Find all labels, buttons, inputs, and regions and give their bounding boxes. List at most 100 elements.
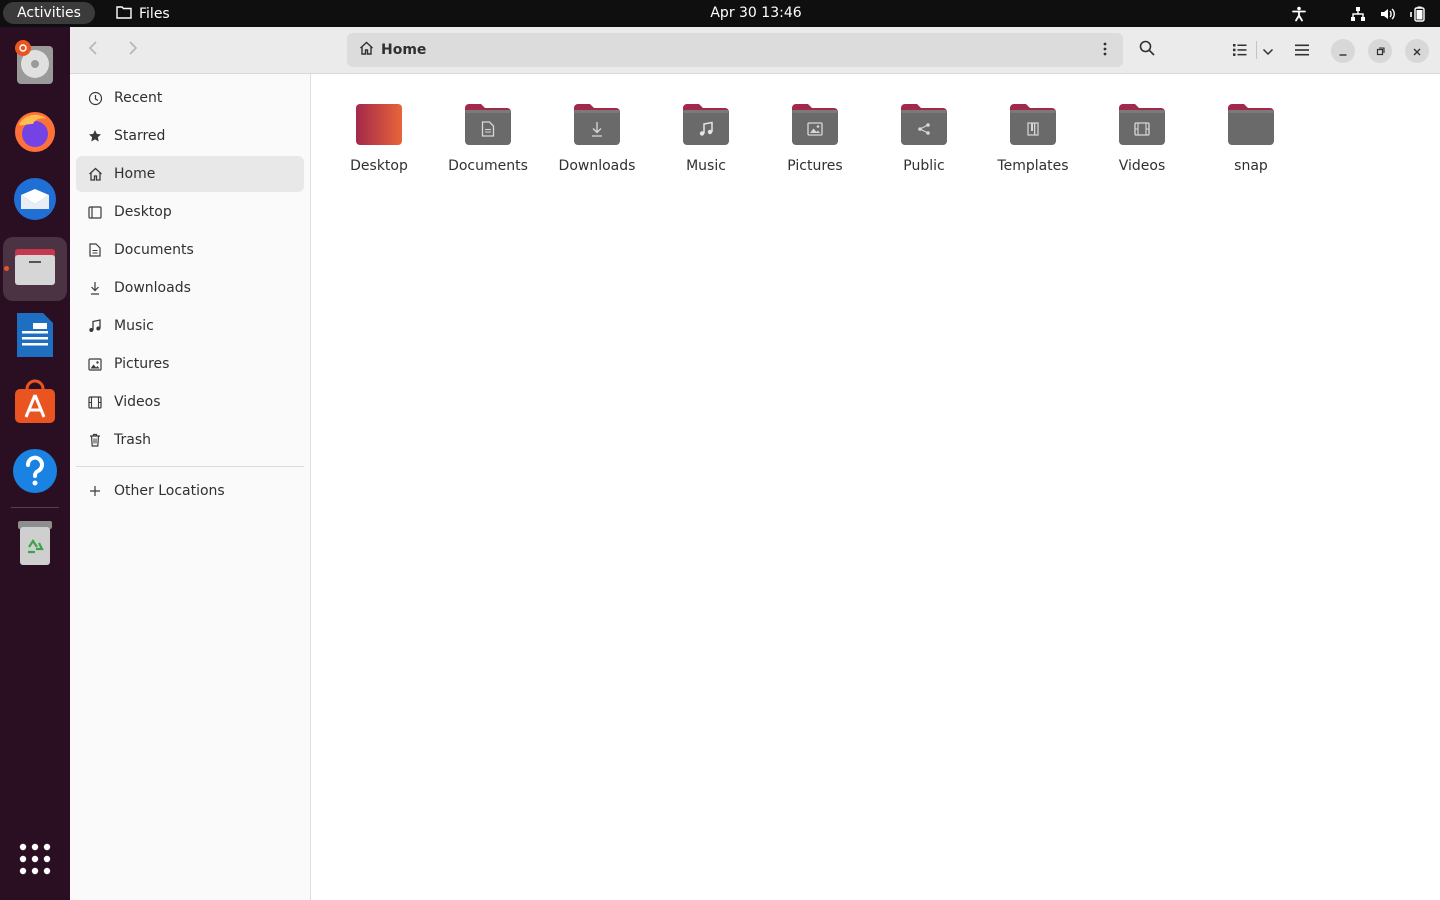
restore-icon xyxy=(1375,42,1385,61)
sidebar-item-label: Desktop xyxy=(114,204,172,220)
folder-label: Music xyxy=(686,158,726,174)
folder-icon xyxy=(1118,102,1166,146)
sidebar-item-label: Music xyxy=(114,318,154,334)
dock-disk-usage[interactable] xyxy=(3,33,67,97)
sidebar-item-home[interactable]: Home xyxy=(76,156,304,192)
sidebar-item-pictures[interactable]: Pictures xyxy=(76,346,304,382)
writer-icon xyxy=(13,311,57,363)
sidebar-item-downloads[interactable]: Downloads xyxy=(76,270,304,306)
folder-videos[interactable]: Videos xyxy=(1092,102,1192,182)
maximize-button[interactable] xyxy=(1368,39,1392,63)
sidebar-item-trash[interactable]: Trash xyxy=(76,422,304,458)
sidebar-item-label: Videos xyxy=(114,394,161,410)
chevron-right-icon xyxy=(128,40,138,60)
picture-icon xyxy=(76,357,114,371)
folder-pictures[interactable]: Pictures xyxy=(765,102,865,182)
kebab-menu-icon xyxy=(1103,41,1107,60)
sidebar-item-label: Home xyxy=(114,166,156,182)
download-icon xyxy=(76,281,114,295)
minimize-icon xyxy=(1338,42,1348,61)
folder-label: snap xyxy=(1234,158,1268,174)
sidebar-item-videos[interactable]: Videos xyxy=(76,384,304,420)
clock[interactable]: Apr 30 13:46 xyxy=(0,0,1440,27)
file-view[interactable]: Desktop Documents Downloads Music Pictures Pu… xyxy=(312,74,1440,900)
sidebar-item-documents[interactable]: Documents xyxy=(76,232,304,268)
dock-firefox[interactable] xyxy=(3,101,67,165)
folder-label: Videos xyxy=(1118,158,1166,174)
accessibility-icon[interactable] xyxy=(1292,6,1306,22)
path-home-button[interactable]: Home xyxy=(359,33,426,67)
document-icon xyxy=(76,243,114,257)
template-icon xyxy=(1009,112,1057,146)
trash-icon xyxy=(76,433,114,447)
hamburger-menu-icon xyxy=(1295,41,1309,60)
back-button[interactable] xyxy=(78,36,108,64)
download-icon xyxy=(573,112,621,146)
volume-icon[interactable] xyxy=(1380,6,1396,22)
music-icon xyxy=(682,112,730,146)
forward-button[interactable] xyxy=(118,36,148,64)
folder-downloads[interactable]: Downloads xyxy=(547,102,647,182)
video-icon xyxy=(76,395,114,409)
folder-music[interactable]: Music xyxy=(656,102,756,182)
desktop-icon xyxy=(76,205,114,219)
path-bar[interactable]: Home xyxy=(347,33,1123,67)
close-icon xyxy=(1412,42,1422,61)
folder-label: Templates xyxy=(997,158,1069,174)
sidebar-item-starred[interactable]: Starred xyxy=(76,118,304,154)
dock-writer[interactable] xyxy=(3,305,67,369)
path-menu-button[interactable] xyxy=(1093,36,1117,64)
folder-documents[interactable]: Documents xyxy=(438,102,538,182)
view-options-button[interactable] xyxy=(1253,36,1283,64)
dock-show-apps[interactable] xyxy=(3,829,67,893)
app-center-icon xyxy=(11,379,59,431)
files-window: Home Recent Starred Home Desktop Documen… xyxy=(70,27,1440,900)
search-button[interactable] xyxy=(1132,36,1162,64)
sidebar-item-other-locations[interactable]: Other Locations xyxy=(76,473,304,509)
dock-trash[interactable] xyxy=(3,513,67,577)
sidebar: Recent Starred Home Desktop Documents Downloa… xyxy=(70,74,311,900)
folder-label: Public xyxy=(903,158,945,174)
sidebar-separator xyxy=(76,466,304,467)
folder-desktop[interactable]: Desktop xyxy=(329,102,429,182)
sidebar-item-music[interactable]: Music xyxy=(76,308,304,344)
battery-icon[interactable] xyxy=(1410,6,1428,22)
chevron-left-icon xyxy=(88,40,98,60)
disk-usage-icon xyxy=(11,38,59,92)
sidebar-item-label: Documents xyxy=(114,242,194,258)
folder-icon xyxy=(791,102,839,146)
network-icon[interactable] xyxy=(1350,6,1366,22)
main-menu-button[interactable] xyxy=(1287,36,1317,64)
sidebar-item-label: Recent xyxy=(114,90,163,106)
video-icon xyxy=(1118,112,1166,146)
header-bar: Home xyxy=(70,27,1440,74)
desktop-folder-icon xyxy=(355,102,403,146)
dock xyxy=(0,27,70,900)
thunderbird-icon xyxy=(11,175,59,227)
folder-icon xyxy=(900,102,948,146)
folder-icon xyxy=(682,102,730,146)
folder-snap[interactable]: snap xyxy=(1201,102,1301,182)
dock-thunderbird[interactable] xyxy=(3,169,67,233)
folder-label: Desktop xyxy=(350,158,408,174)
chevron-down-icon xyxy=(1262,41,1274,60)
dock-separator xyxy=(11,507,59,508)
system-tray[interactable] xyxy=(1292,0,1428,27)
dock-app-center[interactable] xyxy=(3,373,67,437)
clock-icon xyxy=(76,91,114,106)
share-icon xyxy=(900,112,948,146)
top-bar: Activities Files Apr 30 13:46 xyxy=(0,0,1440,27)
dock-files[interactable] xyxy=(3,237,67,301)
star-icon xyxy=(76,129,114,143)
view-toggle-button[interactable] xyxy=(1225,36,1255,64)
home-icon xyxy=(359,41,374,59)
trash-bin-icon xyxy=(15,519,55,571)
sidebar-item-recent[interactable]: Recent xyxy=(76,80,304,116)
dock-help[interactable] xyxy=(3,441,67,505)
sidebar-item-desktop[interactable]: Desktop xyxy=(76,194,304,230)
minimize-button[interactable] xyxy=(1331,39,1355,63)
document-icon xyxy=(464,112,512,146)
folder-templates[interactable]: Templates xyxy=(983,102,1083,182)
folder-public[interactable]: Public xyxy=(874,102,974,182)
close-button[interactable] xyxy=(1405,39,1429,63)
